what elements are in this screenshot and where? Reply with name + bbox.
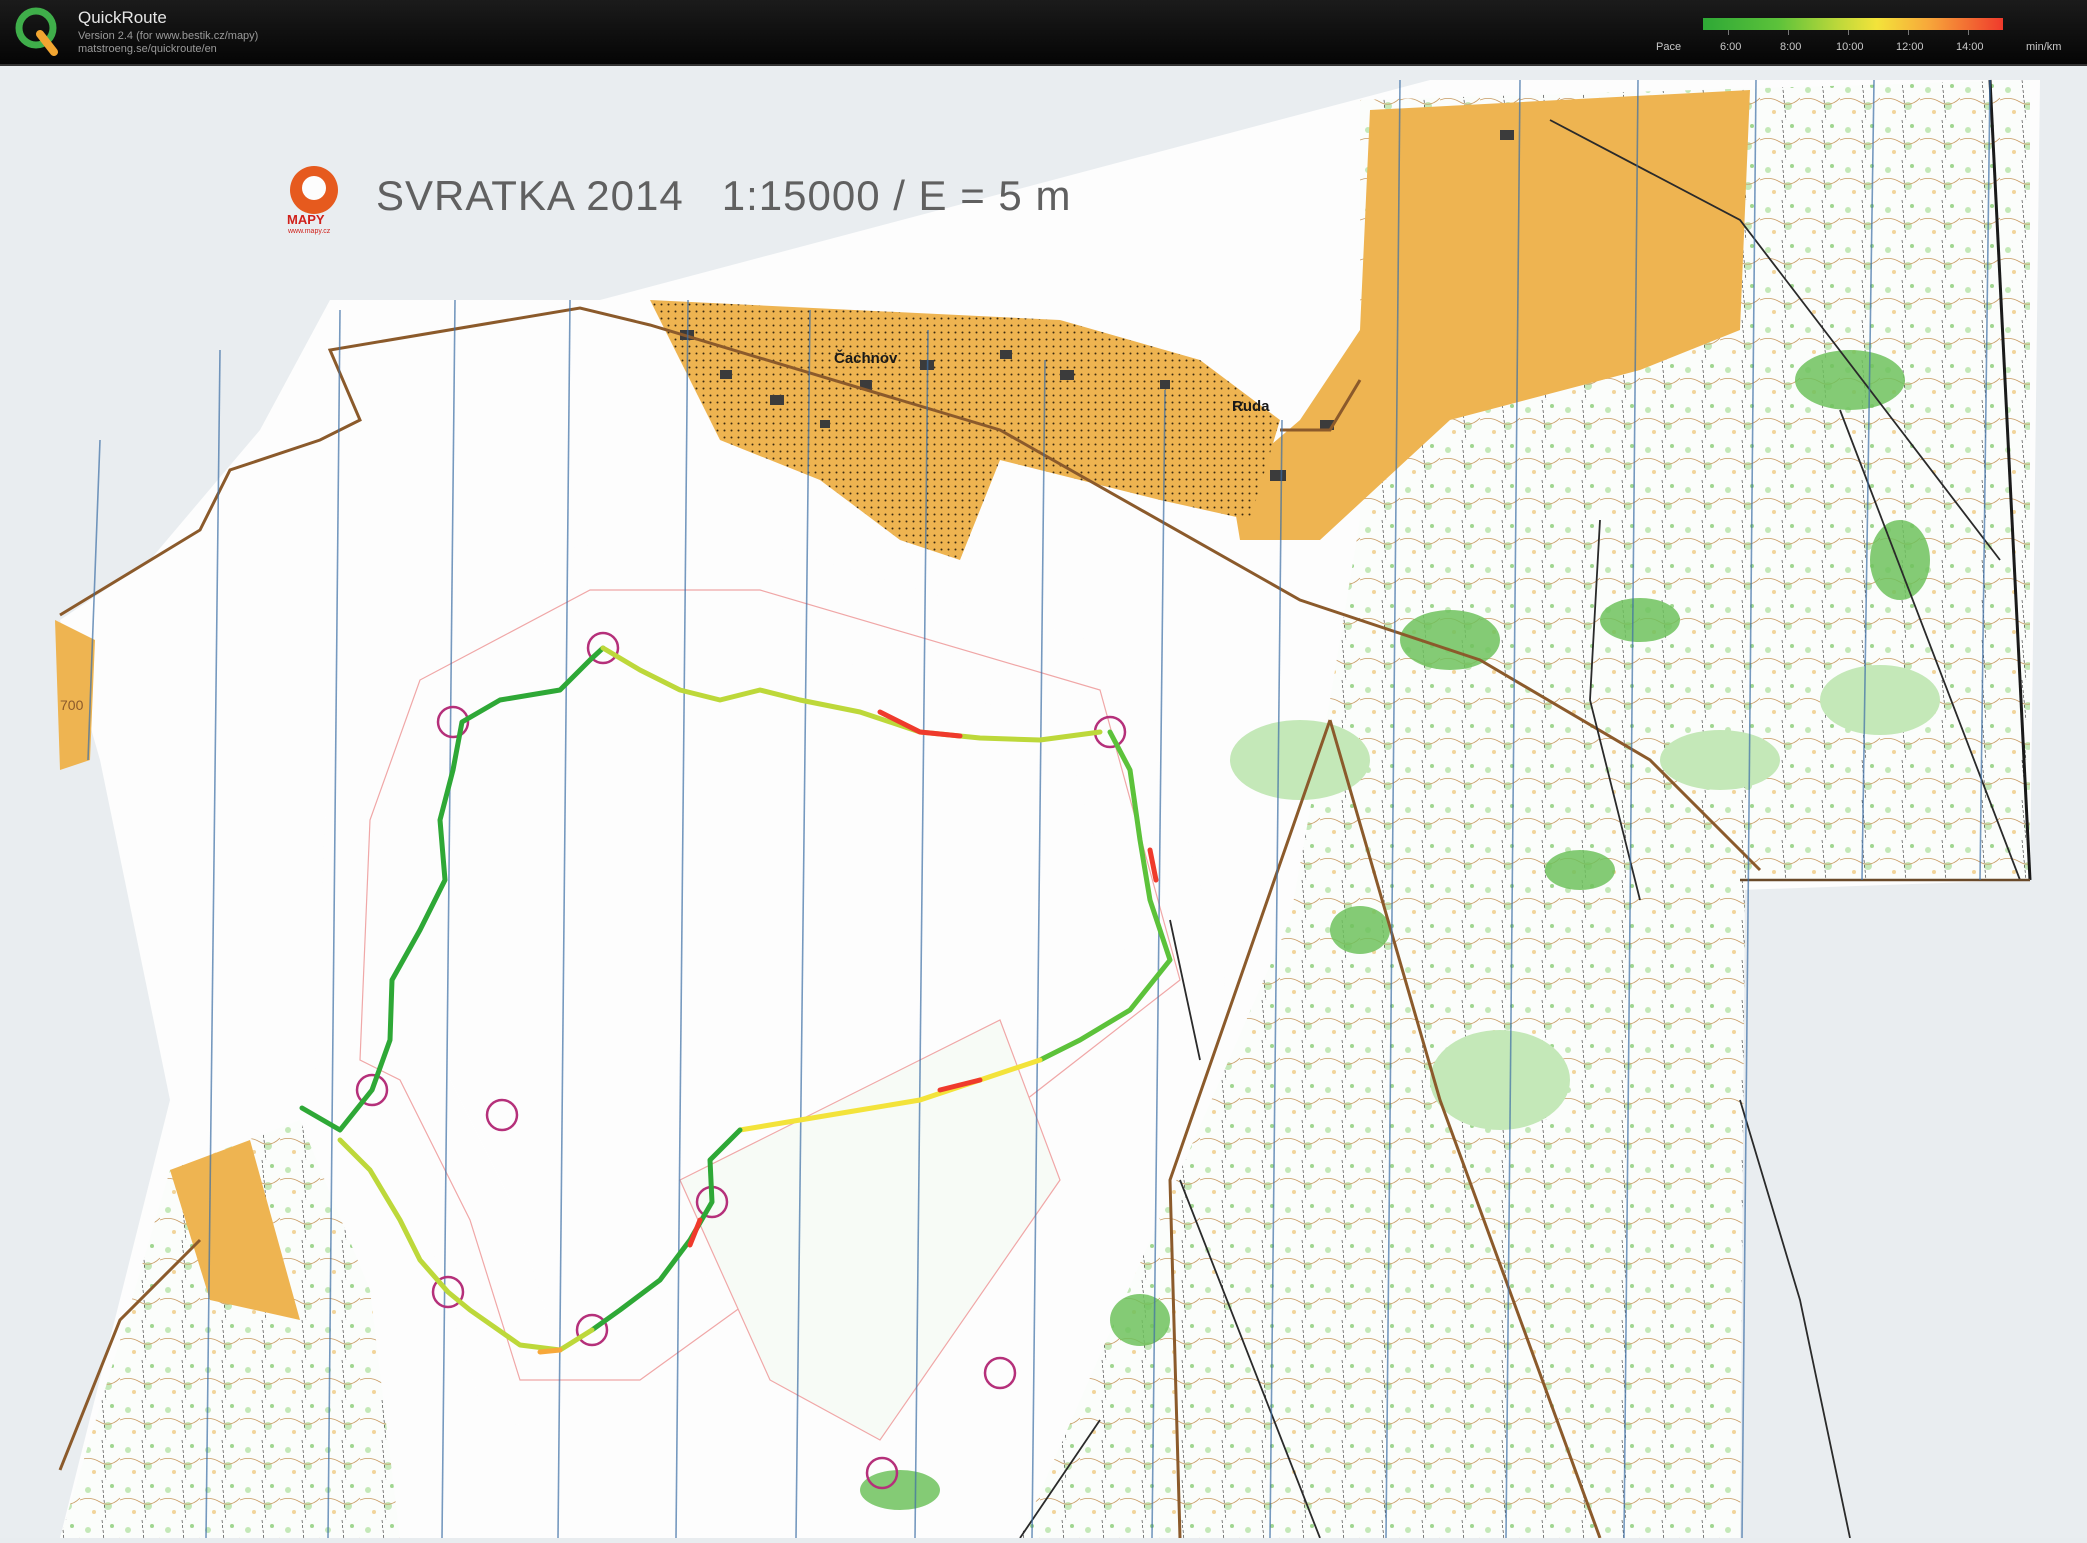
place-label-cachnov: Čachnov [834,350,898,367]
map-canvas[interactable]: 700 MAPY www.mapy.cz SVRATKA 2014 1:1500… [0,66,2087,1539]
pace-tick [1848,30,1849,35]
contour-label: 700 [60,697,84,713]
pace-tick [1908,30,1909,35]
quickroute-logo-icon [15,7,58,56]
app-url: matstroeng.se/quickroute/en [78,43,217,55]
pace-tick-label: 14:00 [1956,41,1984,53]
pace-color-bar [1703,18,2003,30]
pace-legend-unit: min/km [2026,41,2062,53]
pace-tick-label: 10:00 [1836,41,1864,53]
pace-tick [1728,30,1729,35]
pace-tick [1788,30,1789,35]
pace-legend-label: Pace [1656,41,1682,53]
app-title: QuickRoute [78,8,167,27]
map-title: SVRATKA 2014 1:15000 / E = 5 m [376,172,1072,219]
orienteering-map[interactable]: 700 [0,66,2087,1539]
title-bar: QuickRoute Version 2.4 (for www.bestik.c… [0,0,2087,66]
pace-tick-label: 6:00 [1720,41,1742,53]
place-label-ruda: Ruda [1232,398,1270,415]
pace-tick-label: 8:00 [1780,41,1802,53]
publisher-url: www.mapy.cz [288,228,331,235]
pace-tick [1968,30,1969,35]
publisher-logo-text: MAPY [287,212,325,227]
pace-tick-label: 12:00 [1896,41,1924,53]
pace-legend: Pace 6:00 8:00 10:00 12:00 14:00 min/km [1648,10,2068,56]
app-version: Version 2.4 (for www.bestik.cz/mapy) [78,30,259,42]
